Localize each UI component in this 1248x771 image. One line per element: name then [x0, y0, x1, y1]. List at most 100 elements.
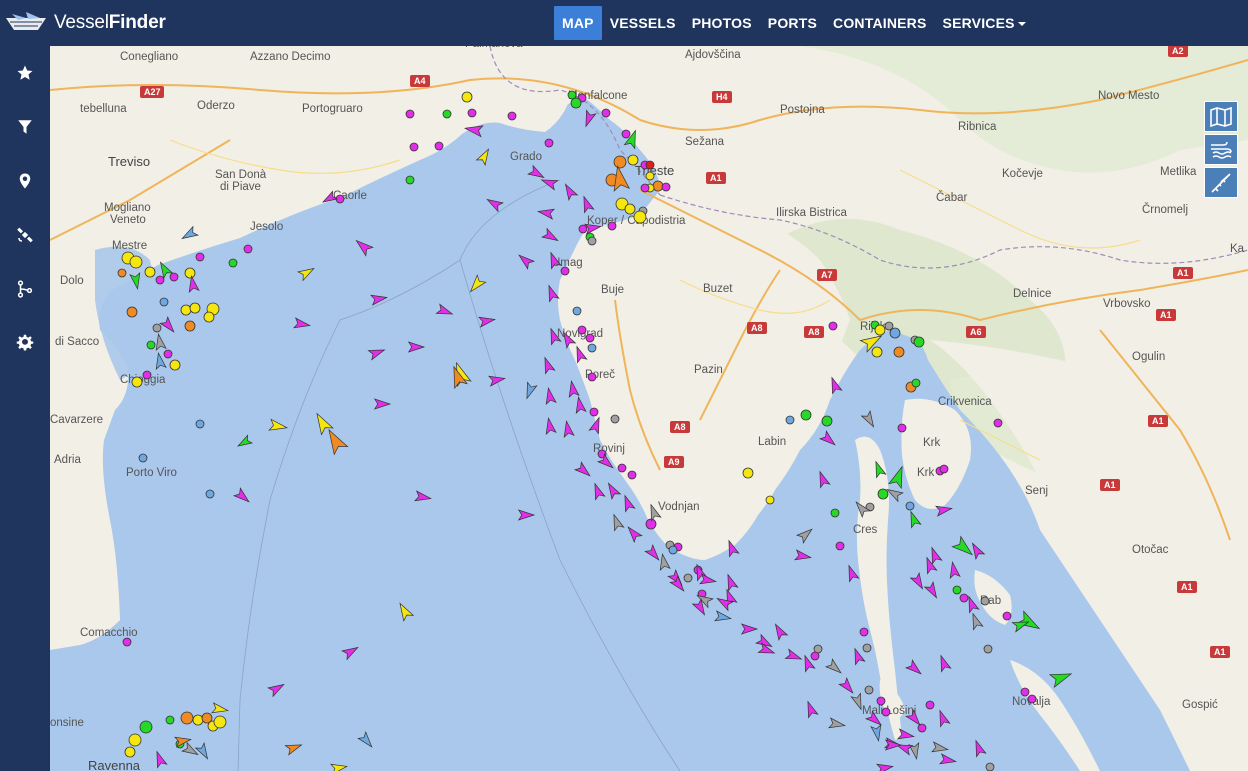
anchored-vessel-marker[interactable]	[184, 267, 196, 279]
routes-button[interactable]	[0, 262, 50, 316]
anchored-vessel-marker[interactable]	[213, 715, 227, 729]
anchored-vessel-marker[interactable]	[668, 545, 678, 555]
anchored-vessel-marker[interactable]	[624, 203, 636, 215]
anchored-vessel-marker[interactable]	[507, 111, 517, 121]
nav-vessels[interactable]: VESSELS	[602, 6, 684, 40]
anchored-vessel-marker[interactable]	[939, 464, 949, 474]
anchored-vessel-marker[interactable]	[139, 720, 153, 734]
vessel-map[interactable]: Conegliano Azzano Decimo Palmanova Ajdov…	[50, 46, 1248, 771]
anchored-vessel-marker[interactable]	[409, 142, 419, 152]
nav-photos[interactable]: PHOTOS	[684, 6, 760, 40]
my-places-button[interactable]	[0, 154, 50, 208]
anchored-vessel-marker[interactable]	[859, 627, 869, 637]
anchored-vessel-marker[interactable]	[661, 182, 671, 192]
anchored-vessel-marker[interactable]	[195, 419, 205, 429]
anchored-vessel-marker[interactable]	[765, 495, 775, 505]
anchored-vessel-marker[interactable]	[862, 643, 872, 653]
anchored-vessel-marker[interactable]	[589, 407, 599, 417]
anchored-vessel-marker[interactable]	[607, 221, 617, 231]
anchored-vessel-marker[interactable]	[917, 723, 927, 733]
anchored-vessel-marker[interactable]	[461, 91, 473, 103]
satellite-button[interactable]	[0, 208, 50, 262]
anchored-vessel-marker[interactable]	[1020, 687, 1030, 697]
anchored-vessel-marker[interactable]	[128, 733, 142, 747]
anchored-vessel-marker[interactable]	[163, 349, 173, 359]
anchored-vessel-marker[interactable]	[1002, 611, 1012, 621]
brand-logo-link[interactable]: VesselFinder	[0, 0, 166, 46]
anchored-vessel-marker[interactable]	[192, 714, 204, 726]
nav-ports[interactable]: PORTS	[760, 6, 825, 40]
anchored-vessel-marker[interactable]	[184, 320, 196, 332]
anchored-vessel-marker[interactable]	[621, 129, 631, 139]
anchored-vessel-marker[interactable]	[165, 715, 175, 725]
anchored-vessel-marker[interactable]	[243, 244, 253, 254]
anchored-vessel-marker[interactable]	[587, 372, 597, 382]
anchored-vessel-marker[interactable]	[959, 593, 969, 603]
anchored-vessel-marker[interactable]	[159, 297, 169, 307]
anchored-vessel-marker[interactable]	[952, 585, 962, 595]
anchored-vessel-marker[interactable]	[610, 414, 620, 424]
anchored-vessel-marker[interactable]	[587, 236, 597, 246]
anchored-vessel-marker[interactable]	[601, 108, 611, 118]
anchored-vessel-marker[interactable]	[810, 651, 820, 661]
anchored-vessel-marker[interactable]	[1027, 694, 1037, 704]
favorites-button[interactable]	[0, 46, 50, 100]
anchored-vessel-marker[interactable]	[405, 175, 415, 185]
measure-distance-button[interactable]	[1204, 167, 1238, 198]
anchored-vessel-marker[interactable]	[544, 138, 554, 148]
anchored-vessel-marker[interactable]	[881, 707, 891, 717]
nav-map[interactable]: MAP	[554, 6, 602, 40]
anchored-vessel-marker[interactable]	[683, 573, 693, 583]
anchored-vessel-marker[interactable]	[627, 154, 639, 166]
anchored-vessel-marker[interactable]	[983, 644, 993, 654]
anchored-vessel-marker[interactable]	[155, 275, 165, 285]
settings-button[interactable]	[0, 316, 50, 370]
anchored-vessel-marker[interactable]	[645, 171, 655, 181]
anchored-vessel-marker[interactable]	[560, 266, 570, 276]
anchored-vessel-marker[interactable]	[122, 637, 132, 647]
anchored-vessel-marker[interactable]	[874, 324, 886, 336]
anchored-vessel-marker[interactable]	[876, 696, 886, 706]
anchored-vessel-marker[interactable]	[905, 501, 915, 511]
anchored-vessel-marker[interactable]	[124, 746, 136, 758]
nav-containers[interactable]: CONTAINERS	[825, 6, 935, 40]
anchored-vessel-marker[interactable]	[126, 306, 138, 318]
anchored-vessel-marker[interactable]	[570, 97, 582, 109]
anchored-vessel-marker[interactable]	[652, 180, 664, 192]
anchored-vessel-marker[interactable]	[572, 306, 582, 316]
anchored-vessel-marker[interactable]	[577, 325, 587, 335]
anchored-vessel-marker[interactable]	[884, 321, 894, 331]
anchored-vessel-marker[interactable]	[911, 378, 921, 388]
filter-button[interactable]	[0, 100, 50, 154]
anchored-vessel-marker[interactable]	[627, 470, 637, 480]
anchored-vessel-marker[interactable]	[835, 541, 845, 551]
anchored-vessel-marker[interactable]	[467, 108, 477, 118]
anchored-vessel-marker[interactable]	[871, 346, 883, 358]
anchored-vessel-marker[interactable]	[925, 700, 935, 710]
anchored-vessel-marker[interactable]	[578, 224, 588, 234]
anchored-vessel-marker[interactable]	[144, 266, 156, 278]
anchored-vessel-marker[interactable]	[138, 453, 148, 463]
anchored-vessel-marker[interactable]	[587, 343, 597, 353]
anchored-vessel-marker[interactable]	[800, 409, 812, 421]
anchored-vessel-marker[interactable]	[864, 685, 874, 695]
anchored-vessel-marker[interactable]	[633, 210, 647, 224]
anchored-vessel-marker[interactable]	[180, 304, 192, 316]
anchored-vessel-marker[interactable]	[897, 423, 907, 433]
anchored-vessel-marker[interactable]	[830, 508, 840, 518]
anchored-vessel-marker[interactable]	[131, 376, 143, 388]
map-layers-button[interactable]	[1204, 101, 1238, 132]
anchored-vessel-marker[interactable]	[205, 489, 215, 499]
anchored-vessel-marker[interactable]	[893, 346, 905, 358]
anchored-vessel-marker[interactable]	[645, 160, 655, 170]
anchored-vessel-marker[interactable]	[228, 258, 238, 268]
anchored-vessel-marker[interactable]	[117, 268, 127, 278]
anchored-vessel-marker[interactable]	[828, 321, 838, 331]
anchored-vessel-marker[interactable]	[195, 252, 205, 262]
anchored-vessel-marker[interactable]	[645, 518, 657, 530]
anchored-vessel-marker[interactable]	[877, 488, 889, 500]
anchored-vessel-marker[interactable]	[189, 302, 201, 314]
anchored-vessel-marker[interactable]	[203, 311, 215, 323]
anchored-vessel-marker[interactable]	[742, 467, 754, 479]
anchored-vessel-marker[interactable]	[821, 415, 833, 427]
